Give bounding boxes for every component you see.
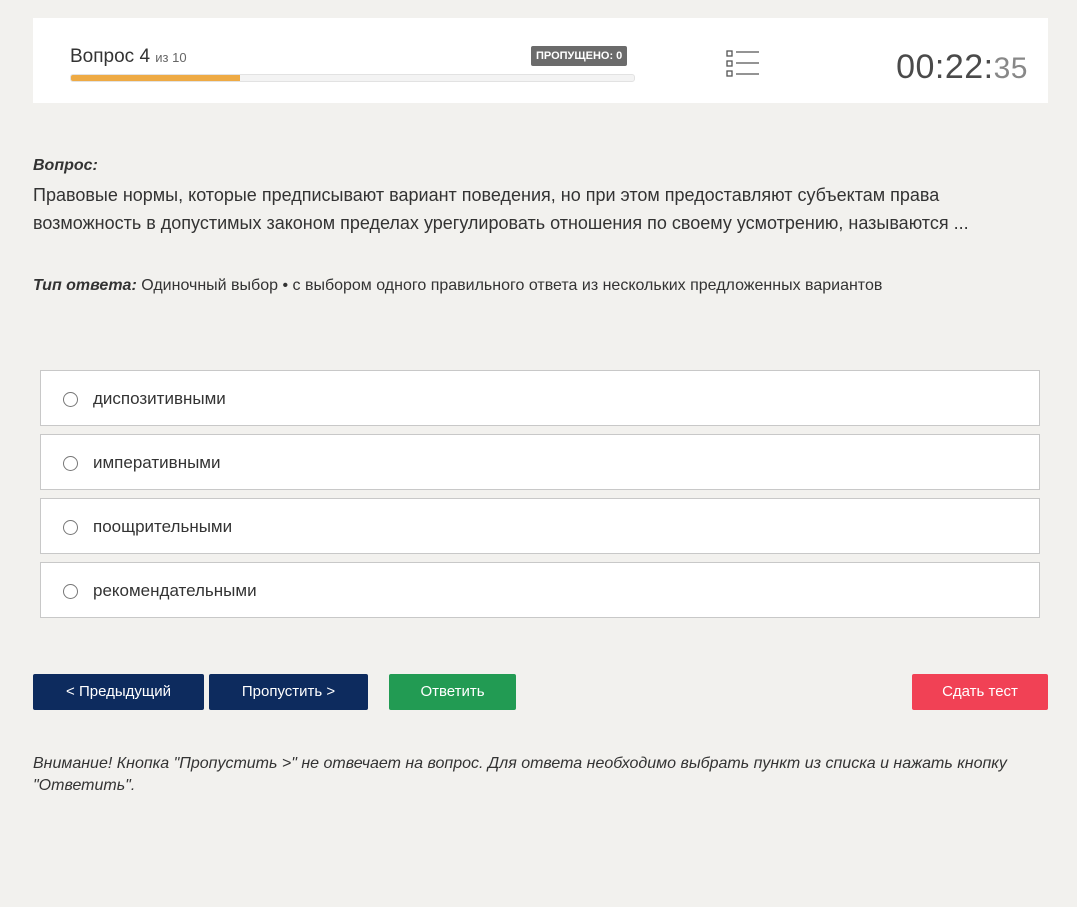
question-number: Вопрос 4: [70, 46, 151, 67]
radio-button[interactable]: [63, 456, 78, 471]
option-label: императивными: [93, 453, 221, 472]
list-icon: [726, 50, 759, 77]
progress-bar: [70, 74, 635, 82]
timer: 00:22:35: [896, 48, 1028, 87]
question-total: из 10: [155, 50, 187, 65]
question-label: Вопрос:: [33, 157, 98, 174]
option-label: поощрительными: [93, 517, 233, 536]
warning-note: Внимание! Кнопка "Пропустить >" не отвеч…: [33, 755, 1007, 794]
answer-type-label: Тип ответа:: [33, 277, 137, 294]
submit-test-button[interactable]: Сдать тест: [912, 674, 1048, 710]
option-label: рекомендательными: [93, 581, 257, 600]
test-header: Вопрос 4 из 10 ПРОПУЩЕНО: 0 00:22:35: [33, 18, 1048, 103]
skip-button[interactable]: Пропустить >: [209, 674, 368, 710]
answer-option[interactable]: императивными: [40, 434, 1040, 490]
timer-seconds: 35: [993, 52, 1028, 85]
answer-option[interactable]: поощрительными: [40, 498, 1040, 554]
radio-button[interactable]: [63, 392, 78, 407]
answer-button[interactable]: Ответить: [389, 674, 516, 710]
question-text: Правовые нормы, которые предписывают вар…: [33, 185, 969, 233]
radio-button[interactable]: [63, 520, 78, 535]
timer-main: 00:22:: [896, 48, 994, 86]
skipped-badge: ПРОПУЩЕНО: 0: [531, 46, 628, 66]
answer-option[interactable]: диспозитивными: [40, 370, 1040, 426]
question-list-icon[interactable]: [726, 49, 760, 79]
previous-button[interactable]: < Предыдущий: [33, 674, 204, 710]
question-counter: Вопрос 4 из 10: [70, 46, 187, 68]
option-label: диспозитивными: [93, 389, 226, 408]
answer-options: диспозитивными императивными поощрительн…: [40, 370, 1040, 626]
answer-option[interactable]: рекомендательными: [40, 562, 1040, 618]
radio-button[interactable]: [63, 584, 78, 599]
answer-type: Тип ответа: Одиночный выбор • с выбором …: [33, 277, 882, 295]
progress-fill: [71, 75, 240, 81]
answer-type-value: Одиночный выбор • с выбором одного прави…: [141, 277, 883, 294]
